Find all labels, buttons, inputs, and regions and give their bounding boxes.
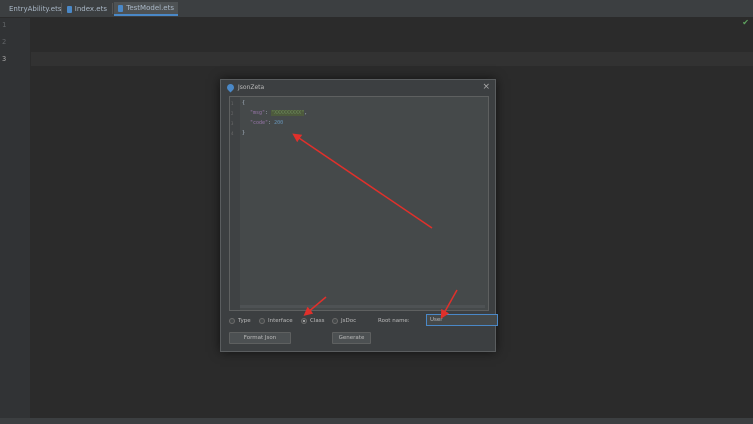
file-ets-icon bbox=[118, 4, 124, 12]
tab-divider bbox=[61, 3, 62, 14]
line-number: 1 bbox=[2, 21, 7, 29]
json-brace: { bbox=[242, 100, 246, 106]
tab-divider bbox=[112, 3, 113, 14]
close-icon[interactable]: × bbox=[482, 81, 490, 93]
radio-label: JsDoc bbox=[341, 318, 357, 324]
tab-test-model[interactable]: TestModel.ets bbox=[114, 2, 178, 16]
radio-label: Class bbox=[310, 318, 325, 324]
tab-label: TestModel.ets bbox=[126, 4, 174, 12]
json-code-line: } bbox=[242, 130, 245, 136]
dialog-title: JsonZeta bbox=[238, 83, 265, 91]
editor-tab-bar: EntryAbility.ets Index.ets TestModel.ets bbox=[0, 0, 753, 18]
json-code-line: "msg": "XXXXXXXXX", bbox=[250, 110, 308, 116]
radio-type[interactable]: Type bbox=[229, 316, 251, 326]
status-bar bbox=[0, 418, 753, 424]
dialog-title-bar[interactable]: JsonZeta bbox=[221, 80, 495, 94]
file-ets-icon bbox=[67, 5, 72, 13]
json-line-number: 1 bbox=[231, 101, 234, 106]
radio-jsdoc[interactable]: JsDoc bbox=[332, 316, 356, 326]
root-name-label: Root name: bbox=[378, 318, 410, 324]
json-number-value: 200 bbox=[274, 120, 284, 126]
line-number: 2 bbox=[2, 38, 7, 46]
radio-button-selected-icon bbox=[301, 318, 307, 324]
radio-label: Interface bbox=[268, 318, 293, 324]
horizontal-scrollbar[interactable] bbox=[240, 305, 485, 308]
json-key: "msg" bbox=[250, 110, 266, 116]
generate-button[interactable]: Generate bbox=[332, 332, 371, 344]
format-json-button[interactable]: Format Json bbox=[229, 332, 291, 344]
root-name-input[interactable] bbox=[426, 314, 498, 326]
json-line-gutter: 1 2 3 4 bbox=[230, 97, 240, 310]
inspection-ok-icon: ✔ bbox=[742, 18, 749, 27]
tab-label: EntryAbility.ets bbox=[9, 5, 62, 13]
tab-index[interactable]: Index.ets bbox=[63, 2, 111, 16]
radio-button-icon bbox=[229, 318, 235, 324]
line-number-current: 3 bbox=[2, 55, 7, 63]
json-line-number: 4 bbox=[231, 131, 234, 136]
json-brace: } bbox=[242, 130, 246, 136]
json-line-number: 3 bbox=[231, 121, 234, 126]
current-line-highlight bbox=[31, 52, 753, 66]
radio-label: Type bbox=[238, 318, 251, 324]
radio-interface[interactable]: Interface bbox=[259, 316, 293, 326]
tab-label: Index.ets bbox=[74, 5, 107, 13]
output-type-options: Type Interface Class JsDoc Root name: bbox=[229, 314, 498, 326]
json-string-value: "XXXXXXXXX" bbox=[271, 110, 305, 116]
json-line-number: 2 bbox=[231, 111, 234, 116]
radio-class[interactable]: Class bbox=[301, 316, 324, 326]
tab-entry-ability[interactable]: EntryAbility.ets bbox=[2, 2, 62, 16]
plugin-logo-icon bbox=[225, 82, 236, 92]
json-to-class-dialog: JsonZeta × 1 2 3 4 { "msg": "XXXXXXXXX",… bbox=[220, 79, 498, 352]
radio-button-icon bbox=[332, 318, 338, 324]
json-code-line: "code": 200 bbox=[250, 120, 284, 126]
json-key: "code" bbox=[250, 120, 269, 126]
radio-button-icon bbox=[259, 318, 265, 324]
json-code-line: { bbox=[242, 100, 245, 106]
json-input-editor[interactable]: 1 2 3 4 { "msg": "XXXXXXXXX", "code": 20… bbox=[229, 96, 489, 311]
line-number-gutter: 1 2 3 bbox=[0, 18, 31, 418]
